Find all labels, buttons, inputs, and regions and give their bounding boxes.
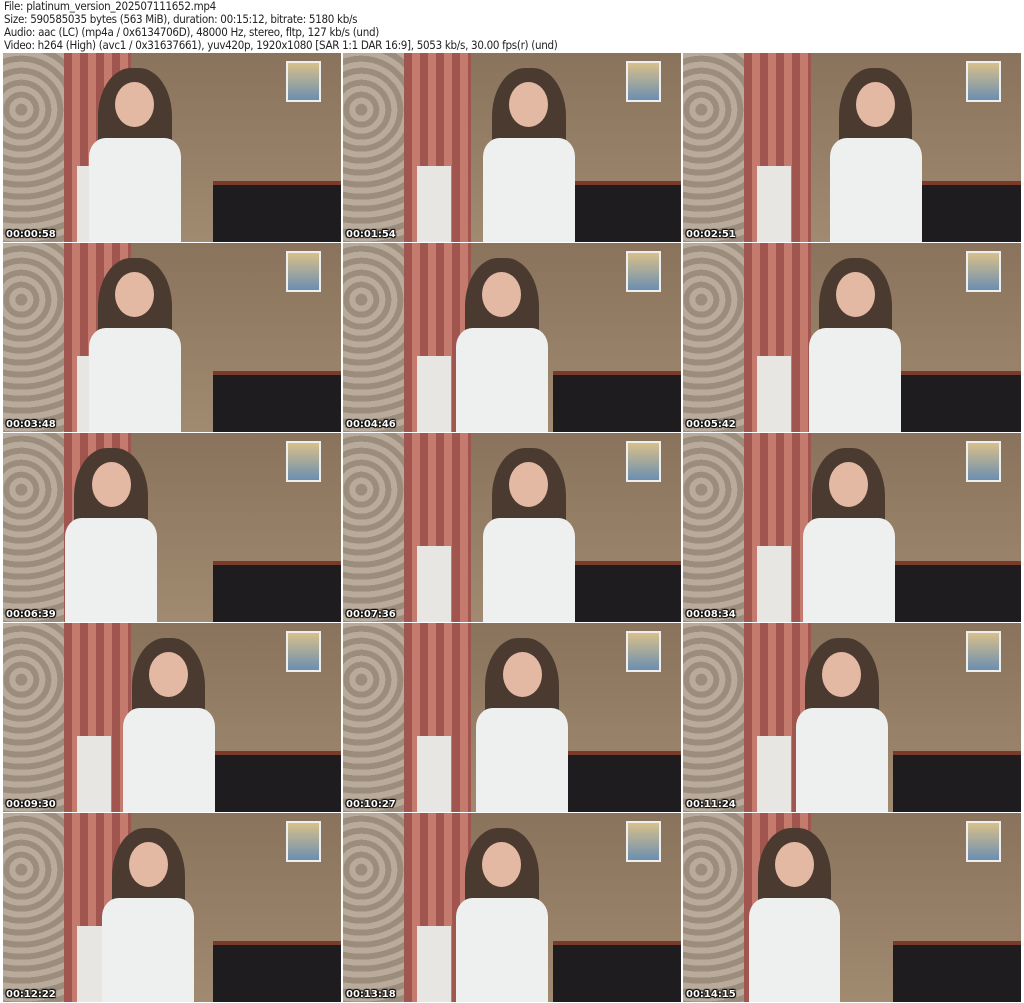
person-figure [77, 68, 192, 242]
video-thumbnail[interactable]: 00:01:54 [343, 53, 681, 242]
video-thumbnail[interactable]: 00:14:15 [683, 813, 1021, 1002]
timestamp: 00:04:46 [346, 419, 396, 430]
video-thumbnail[interactable]: 00:12:22 [3, 813, 341, 1002]
video-thumbnail[interactable]: 00:10:27 [343, 623, 681, 812]
video-thumbnail[interactable]: 00:11:24 [683, 623, 1021, 812]
person-figure [791, 448, 906, 622]
thumbnail-grid: 00:00:58 00:01:54 00:02:51 00:03:48 00:04:46… [3, 53, 1021, 1002]
timestamp: 00:11:24 [686, 799, 736, 810]
person-figure [77, 258, 192, 432]
video-thumbnail[interactable]: 00:09:30 [3, 623, 341, 812]
person-figure [54, 448, 169, 622]
person-figure [798, 258, 913, 432]
timestamp: 00:01:54 [346, 229, 396, 240]
timestamp: 00:08:34 [686, 609, 736, 620]
person-figure [471, 448, 586, 622]
timestamp: 00:00:58 [6, 229, 56, 240]
video-thumbnail[interactable]: 00:05:42 [683, 243, 1021, 432]
person-figure [444, 828, 559, 1002]
timestamp: 00:10:27 [346, 799, 396, 810]
timestamp: 00:14:15 [686, 989, 736, 1000]
timestamp: 00:05:42 [686, 419, 736, 430]
file-info-header: File: platinum_version_202507111652.mp4 … [4, 0, 558, 52]
person-figure [737, 828, 852, 1002]
person-figure [465, 638, 580, 812]
timestamp: 00:03:48 [6, 419, 56, 430]
timestamp: 00:07:36 [346, 609, 396, 620]
video-thumbnail[interactable]: 00:03:48 [3, 243, 341, 432]
person-figure [111, 638, 226, 812]
video-thumbnail[interactable]: 00:04:46 [343, 243, 681, 432]
timestamp: 00:13:18 [346, 989, 396, 1000]
person-figure [784, 638, 899, 812]
video-thumbnail[interactable]: 00:02:51 [683, 53, 1021, 242]
video-thumbnail[interactable]: 00:13:18 [343, 813, 681, 1002]
video-thumbnail[interactable]: 00:06:39 [3, 433, 341, 622]
timestamp: 00:12:22 [6, 989, 56, 1000]
video-thumbnail[interactable]: 00:08:34 [683, 433, 1021, 622]
timestamp: 00:06:39 [6, 609, 56, 620]
video-thumbnail[interactable]: 00:07:36 [343, 433, 681, 622]
video-thumbnail[interactable]: 00:00:58 [3, 53, 341, 242]
person-figure [471, 68, 586, 242]
video-info: Video: h264 (High) (avc1 / 0x31637661), … [4, 38, 558, 52]
person-figure [91, 828, 206, 1002]
person-figure [444, 258, 559, 432]
timestamp: 00:02:51 [686, 229, 736, 240]
person-figure [818, 68, 933, 242]
timestamp: 00:09:30 [6, 799, 56, 810]
